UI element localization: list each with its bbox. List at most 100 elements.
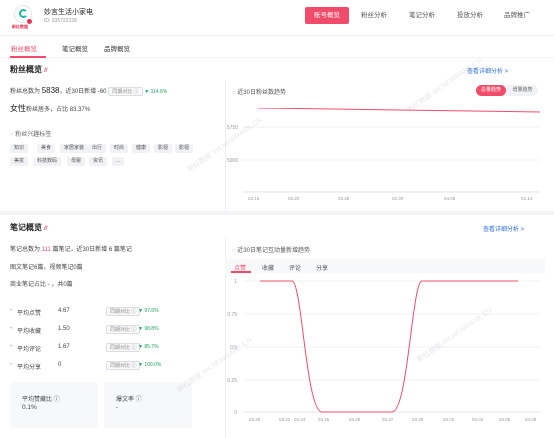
- avg-ratio-value: 0.1%: [22, 404, 37, 411]
- notes-more-link[interactable]: 查看详细分析 >: [483, 224, 524, 233]
- notes-chart-title-text: 近30日笔记互动量新增趋势: [237, 248, 310, 254]
- hit-rate-value: -: [116, 404, 119, 411]
- notes-x-tick: 03.22: [279, 417, 291, 422]
- notes-x-tick: 03.28: [412, 417, 424, 422]
- notes-y-tick: 0.25: [227, 378, 237, 384]
- tab-notes-overview[interactable]: 笔记概览: [62, 43, 88, 53]
- metric-label: 平均点赞: [17, 311, 42, 317]
- notes-chart-title: ○ 近30日笔记互动量新增趋势: [232, 248, 310, 254]
- interest-tag: 知识: [10, 144, 29, 153]
- interest-tag: 时尚: [110, 144, 129, 153]
- fans-x-tick: 03.25: [338, 196, 350, 201]
- metric-bullet: •: [10, 308, 13, 314]
- avg-ratio-label: 平均赞藏比 ⓘ: [22, 397, 60, 403]
- fans-interest-title-text: 粉丝兴趣标签: [15, 132, 52, 138]
- metric-change: ▼ 97.6%: [138, 308, 159, 314]
- account-name: 妙言生活小家电: [44, 9, 93, 16]
- notes-x-tick: 03.25: [318, 417, 330, 422]
- nav-account-overview[interactable]: 账号概览: [305, 7, 349, 24]
- notes-line1-c: 篇笔记，近30日新增: [52, 247, 108, 253]
- notes-y-tick: 0.5: [230, 345, 237, 351]
- fans-total-value: 5838: [41, 86, 60, 95]
- account-logo: [14, 5, 33, 25]
- fans-compare-badge[interactable]: 同期对比 ⓘ: [108, 87, 143, 96]
- title-slash-icon: //: [44, 68, 48, 74]
- fans-x-tick: 04.05: [444, 196, 456, 201]
- fans-recent-prefix: ，近30日新增: [59, 89, 97, 95]
- chart-tab-indicator: [231, 271, 251, 273]
- fans-compare-change: ▼ 114.6%: [144, 89, 168, 95]
- notes-trend-chart: 1 0.75 0.5 0.25 0 03.20 03.22 03.24 03.2…: [227, 279, 540, 422]
- nav-notes-analysis[interactable]: 笔记分析: [404, 7, 440, 24]
- metric-compare-badge[interactable]: 同期对比 ⓘ: [106, 307, 141, 316]
- metric-compare-badge[interactable]: 同期对比 ⓘ: [106, 343, 141, 352]
- fans-chart-toggle: 总量趋势 增量趋势: [476, 85, 538, 96]
- fans-more-link[interactable]: 查看详细分析 >: [467, 66, 508, 75]
- fans-gender-pct: 83.37%: [69, 107, 91, 113]
- total-trend-button[interactable]: 总量趋势: [476, 85, 506, 96]
- nav-fans-analysis[interactable]: 粉丝分析: [356, 7, 392, 24]
- nav-ads-analysis[interactable]: 投放分析: [452, 7, 488, 24]
- notes-x-tick: 04.03: [472, 417, 484, 422]
- notes-total-value: 111: [41, 247, 51, 253]
- fans-x-tick: 03.20: [288, 196, 300, 201]
- nav-brand-promo[interactable]: 品牌推广: [499, 7, 535, 24]
- fans-gender-label: 女性: [10, 104, 26, 113]
- fans-gender-desc: 粉丝居多，占比: [26, 107, 69, 113]
- fans-x-tick: 04.14: [521, 196, 533, 201]
- notes-x-tick: 04.09: [525, 417, 537, 422]
- metric-label: 平均收藏: [17, 329, 42, 335]
- notes-y-tick: 0: [234, 410, 237, 416]
- interest-tag: 影视: [175, 144, 194, 153]
- metric-change: ▼ 85.7%: [138, 344, 159, 350]
- notes-chart-tabs: 点赞 收藏 评论 分享: [225, 259, 545, 273]
- notes-commercial-line: 商业笔记占比 - ，共0篇: [10, 282, 73, 288]
- fans-interest-title: ○ 粉丝兴趣标签: [10, 132, 52, 138]
- metric-bullet: •: [10, 362, 13, 368]
- top-bar: 新红数据 妙言生活小家电 ID: 335722228 账号概览 粉丝分析 笔记分…: [0, 0, 554, 35]
- metric-compare-badge[interactable]: 同期对比 ⓘ: [106, 325, 141, 334]
- metric-value: 0: [58, 362, 62, 368]
- notes-x-tick: 04.05: [499, 417, 511, 422]
- fans-total-prefix: 粉丝总数为: [10, 89, 41, 95]
- chart-tab-favorites[interactable]: 收藏: [262, 263, 274, 272]
- interest-tag: 资讯: [89, 157, 108, 166]
- notes-x-tick: 03.24: [294, 417, 306, 422]
- metric-change: ▼ 98.8%: [138, 326, 159, 332]
- fans-recent-value: -60: [97, 89, 107, 95]
- interest-tag: 健康: [132, 144, 151, 153]
- interest-tag: 美食: [37, 144, 56, 153]
- notes-y-tick: 0.75: [227, 312, 237, 318]
- metric-compare-badge[interactable]: 同期对比 ⓘ: [106, 361, 141, 370]
- fans-y-tick: 5000: [227, 158, 238, 164]
- logo-tag: 新红数据: [12, 24, 28, 29]
- hit-rate-box: 爆文率 ⓘ -: [104, 382, 192, 428]
- chart-tab-comments[interactable]: 评论: [289, 263, 301, 272]
- sub-tab-bar: 粉丝概览 笔记概览 品牌概览: [0, 35, 554, 58]
- interest-tag: 影视: [154, 144, 173, 153]
- increment-trend-button[interactable]: 增量趋势: [507, 85, 538, 96]
- metric-value: 1.50: [58, 326, 70, 332]
- fans-trend-chart: 5750 5000 03.15 03.20 03.25 03.30 04.05 …: [227, 108, 541, 201]
- account-id: ID: 335722228: [44, 18, 77, 24]
- fans-overview-card: 粉丝概览// 查看详细分析 > 粉丝总数为 5838，近30日新增 -60 同期…: [0, 58, 554, 211]
- tab-fans-overview[interactable]: 粉丝概览: [11, 43, 37, 53]
- metric-value: 1.67: [58, 344, 70, 350]
- interest-tag: 母婴: [67, 157, 86, 166]
- fans-y-tick: 5750: [227, 125, 238, 131]
- fans-trend-line: [257, 108, 541, 113]
- notes-line1-a: 笔记总数为: [10, 247, 41, 253]
- hit-rate-label: 爆文率 ⓘ: [116, 397, 142, 403]
- tab-brand-overview[interactable]: 品牌概览: [104, 43, 130, 53]
- interest-tag: 美妆: [10, 157, 29, 166]
- fans-section-title: 粉丝概览//: [10, 64, 47, 75]
- notes-x-tick: 03.26: [349, 417, 361, 422]
- metric-bullet: •: [10, 326, 13, 332]
- metric-value: 4.67: [58, 308, 70, 314]
- notes-recent-value: 6: [108, 247, 113, 253]
- metric-change: ▼ 100.0%: [138, 362, 162, 368]
- metric-label: 平均分享: [17, 365, 42, 371]
- chart-tab-shares[interactable]: 分享: [316, 263, 328, 272]
- notes-y-tick: 1: [234, 279, 237, 285]
- metric-label: 平均评论: [17, 347, 42, 353]
